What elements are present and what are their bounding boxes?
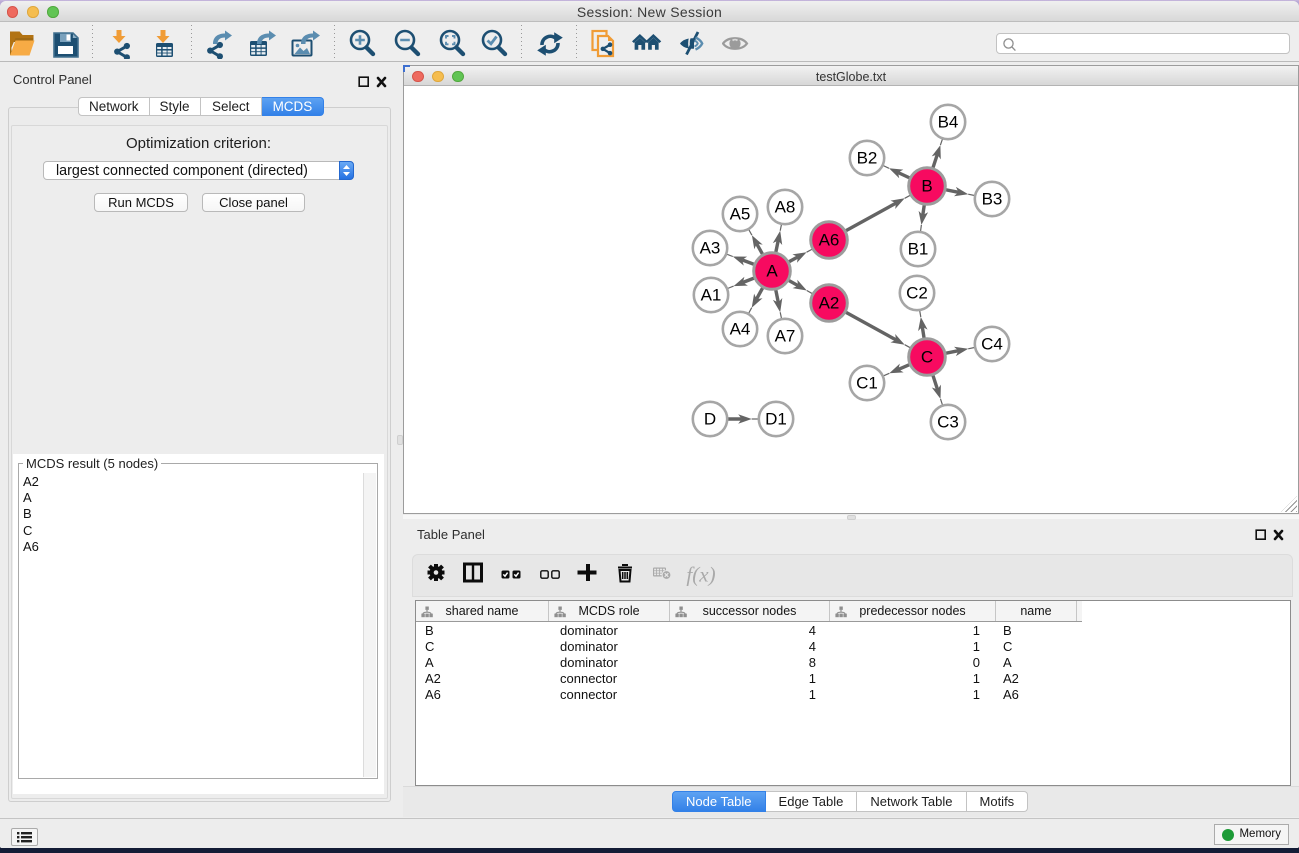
svg-text:C1: C1	[856, 374, 878, 393]
svg-text:A5: A5	[730, 205, 751, 224]
svg-text:B1: B1	[908, 240, 929, 259]
svg-text:C2: C2	[906, 284, 928, 303]
svg-text:B4: B4	[938, 113, 959, 132]
svg-text:B: B	[921, 177, 932, 196]
svg-text:D: D	[704, 410, 716, 429]
svg-text:C: C	[921, 348, 933, 367]
svg-text:A7: A7	[775, 327, 796, 346]
svg-text:C3: C3	[937, 413, 959, 432]
svg-text:D1: D1	[765, 410, 787, 429]
svg-text:A8: A8	[775, 198, 796, 217]
svg-text:A1: A1	[701, 286, 722, 305]
svg-text:A4: A4	[730, 320, 751, 339]
svg-text:A: A	[766, 262, 778, 281]
svg-text:A3: A3	[700, 239, 721, 258]
svg-text:B2: B2	[857, 149, 878, 168]
svg-text:A6: A6	[819, 231, 840, 250]
svg-text:B3: B3	[982, 190, 1003, 209]
svg-text:C4: C4	[981, 335, 1003, 354]
svg-text:A2: A2	[819, 294, 840, 313]
